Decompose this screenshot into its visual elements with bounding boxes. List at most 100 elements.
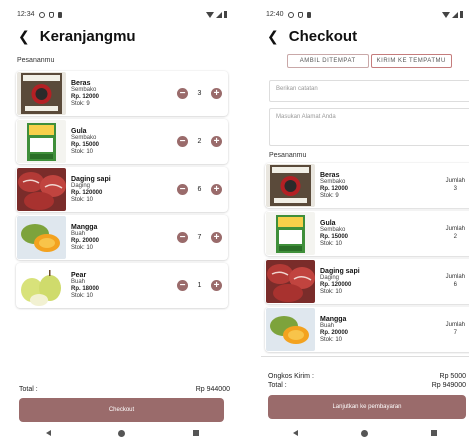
decrease-button[interactable]: −	[177, 280, 188, 291]
order-item: Daging sapi Daging Rp. 120000 Stok: 10 J…	[265, 259, 469, 304]
quantity-label: Jumlah	[445, 225, 465, 232]
mango-image	[266, 308, 315, 351]
quantity-label: Jumlah	[445, 273, 465, 280]
decrease-button[interactable]: −	[177, 136, 188, 147]
back-arrow-icon[interactable]: ❮	[18, 29, 30, 43]
product-price: Rp. 20000	[71, 238, 100, 245]
decrease-button[interactable]: −	[177, 88, 188, 99]
quantity-stepper: − 6 +	[177, 184, 222, 195]
product-price: Rp. 15000	[320, 234, 349, 241]
product-category: Sembako	[320, 179, 346, 186]
signal-icon	[452, 11, 458, 18]
product-name: Gula	[71, 127, 87, 135]
product-name: Mangga	[71, 223, 98, 231]
product-category: Daging	[320, 275, 340, 282]
section-label: Pesananmu	[17, 57, 55, 64]
divider	[261, 356, 469, 357]
delivery-option[interactable]: KIRIM KE TEMPATMU	[370, 54, 452, 68]
product-stock: Stok: 10	[320, 288, 343, 295]
decrease-button[interactable]: −	[177, 232, 188, 243]
battery-icon	[460, 11, 463, 18]
settings-icon	[287, 11, 294, 18]
continue-to-payment-button[interactable]: Lanjutkan ke pembayaran	[268, 395, 466, 419]
product-stock: Stok: 10	[71, 292, 94, 299]
product-stock: Stok: 10	[71, 196, 94, 203]
nav-back-icon[interactable]	[45, 430, 51, 436]
order-item: Beras Sembako Rp. 12000 Stok: 9 Jumlah 3	[265, 163, 469, 208]
sugar-pack-image	[17, 120, 66, 163]
status-bar: 12:40	[261, 6, 469, 23]
product-price: Rp. 12000	[71, 94, 100, 101]
nav-recents-icon[interactable]	[193, 430, 200, 436]
quantity-stepper: − 3 +	[177, 88, 222, 99]
total-row: Total : Rp 949000	[268, 382, 466, 389]
quantity-value: 6	[453, 281, 457, 288]
increase-button[interactable]: +	[211, 136, 222, 147]
shipping-label: Ongkos Kirim :	[268, 373, 314, 380]
product-category: Buah	[71, 231, 86, 238]
quantity-value: 7	[453, 329, 457, 336]
page-title: Checkout	[288, 27, 358, 45]
increase-button[interactable]: +	[211, 280, 222, 291]
quantity-display: Jumlah 7	[446, 322, 465, 338]
product-price: Rp. 20000	[320, 330, 349, 337]
mango-image	[17, 216, 66, 259]
android-nav-bar	[261, 426, 469, 440]
quantity-display: Jumlah 6	[446, 274, 465, 290]
product-price: Rp. 18000	[71, 286, 100, 293]
note-input[interactable]: Berikan catatan	[269, 80, 469, 102]
product-name: Mangga	[320, 315, 347, 323]
product-name: Daging sapi	[71, 175, 111, 183]
sim-card-icon	[306, 11, 311, 18]
nav-back-icon[interactable]	[292, 430, 298, 436]
decrease-button[interactable]: −	[177, 184, 188, 195]
pickup-option[interactable]: AMBIL DITEMPAT	[287, 54, 369, 68]
status-bar: 12:34	[12, 6, 233, 23]
sim-card-icon	[57, 11, 62, 18]
nav-recents-icon[interactable]	[431, 430, 438, 436]
product-name: Gula	[320, 219, 336, 227]
cart-item: Pear Buah Rp. 18000 Stok: 10 − 1 +	[16, 263, 228, 308]
increase-button[interactable]: +	[211, 184, 222, 195]
product-category: Buah	[320, 323, 335, 330]
wifi-icon	[206, 11, 214, 18]
quantity-stepper: − 1 +	[177, 280, 222, 291]
order-item: Gula Sembako Rp. 15000 Stok: 10 Jumlah 2	[265, 211, 469, 256]
rice-bag-image	[17, 72, 66, 115]
quantity-stepper: − 2 +	[177, 136, 222, 147]
product-stock: Stok: 10	[71, 148, 94, 155]
increase-button[interactable]: +	[211, 88, 222, 99]
status-time: 12:34	[17, 11, 35, 18]
nav-home-icon[interactable]	[360, 429, 368, 437]
quantity-display: Jumlah 2	[446, 226, 465, 242]
shield-icon	[297, 11, 303, 18]
quantity-value: 3	[453, 185, 457, 192]
settings-icon	[38, 11, 45, 18]
quantity-value: 6	[197, 186, 202, 193]
quantity-label: Jumlah	[445, 177, 465, 184]
product-price: Rp. 15000	[71, 142, 100, 149]
app-bar: ❮ Checkout	[261, 23, 469, 49]
quantity-display: Jumlah 3	[446, 178, 465, 194]
product-stock: Stok: 10	[320, 240, 343, 247]
product-stock: Stok: 10	[71, 244, 94, 251]
quantity-value: 2	[197, 138, 202, 145]
address-input[interactable]: Masukan Alamat Anda	[269, 108, 469, 146]
increase-button[interactable]: +	[211, 232, 222, 243]
cart-item: Daging sapi Daging Rp. 120000 Stok: 10 −…	[16, 167, 228, 212]
total-value: Rp 949000	[431, 382, 466, 389]
cart-item: Gula Sembako Rp. 15000 Stok: 10 − 2 +	[16, 119, 228, 164]
nav-home-icon[interactable]	[118, 429, 126, 437]
checkout-button[interactable]: Checkout	[19, 398, 224, 422]
pear-image	[17, 264, 66, 307]
order-item: Mangga Buah Rp. 20000 Stok: 10 Jumlah 7	[265, 307, 469, 352]
cart-item: Beras Sembako Rp. 12000 Stok: 9 − 3 +	[16, 71, 228, 116]
back-arrow-icon[interactable]: ❮	[267, 29, 279, 43]
product-price: Rp. 120000	[71, 190, 103, 197]
product-category: Buah	[71, 279, 86, 286]
product-stock: Stok: 10	[320, 336, 343, 343]
product-category: Sembako	[71, 135, 97, 142]
cart-item: Mangga Buah Rp. 20000 Stok: 10 − 7 +	[16, 215, 228, 260]
product-price: Rp. 12000	[320, 186, 349, 193]
section-label: Pesananmu	[269, 152, 307, 159]
